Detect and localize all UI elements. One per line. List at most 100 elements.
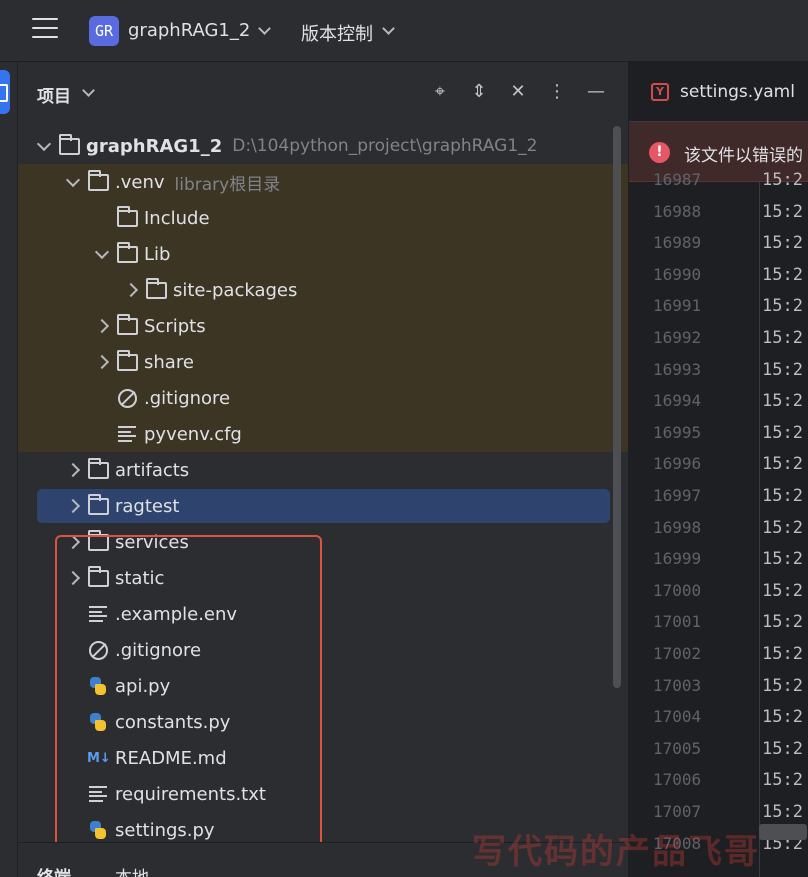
folder-icon xyxy=(116,205,138,228)
line-text: 15:2 xyxy=(762,549,803,570)
vertical-scrollbar[interactable] xyxy=(613,126,621,688)
chevron-down-icon[interactable] xyxy=(82,84,95,97)
locate-icon[interactable]: ⌖ xyxy=(428,80,452,104)
tree-item-hint: D:\104python_project\graphRAG1_2 xyxy=(232,136,538,156)
code-line: 17005 15:2 xyxy=(629,739,808,769)
chevron-down-icon[interactable] xyxy=(382,22,395,35)
tree-item-label: share xyxy=(144,351,194,373)
editor-area: Y settings.yaml ! 该文件以错误的 16987 15:2 16988… xyxy=(628,62,808,877)
line-number: 16987 xyxy=(653,170,702,189)
tree-item-label: Scripts xyxy=(144,315,206,337)
tree-item[interactable]: Scripts xyxy=(18,308,608,344)
line-text: 15:2 xyxy=(762,517,803,538)
folder-icon-glyph xyxy=(87,169,109,191)
chevron-down-icon[interactable] xyxy=(258,22,271,35)
folder-icon xyxy=(87,493,109,516)
folder-icon xyxy=(87,169,109,192)
folder-icon xyxy=(145,277,167,300)
code-line: 16988 15:2 xyxy=(629,202,808,232)
line-text: 15:2 xyxy=(762,738,803,759)
line-number: 16992 xyxy=(653,328,702,347)
horizontal-scrollbar[interactable] xyxy=(759,824,807,840)
project-name[interactable]: graphRAG1_2 xyxy=(128,20,250,41)
chevron-down-icon[interactable] xyxy=(36,136,52,151)
line-number: 16998 xyxy=(653,517,702,537)
folder-icon-glyph xyxy=(116,241,138,263)
line-number: 17006 xyxy=(653,770,702,790)
tree-item[interactable]: .venv library根目录 xyxy=(18,164,608,200)
vcs-menu[interactable]: 版本控制 xyxy=(301,20,373,46)
tree-item-label: Include xyxy=(144,207,210,229)
expand-toggle[interactable] xyxy=(30,136,58,151)
tree-item[interactable]: Include xyxy=(18,200,608,236)
chevron-right-icon[interactable] xyxy=(65,462,81,478)
tab-terminal[interactable]: 终端 xyxy=(37,863,71,877)
line-text: 15:2 xyxy=(762,486,803,506)
line-text: 15:2 xyxy=(762,170,803,190)
minimize-icon[interactable]: — xyxy=(584,80,608,104)
error-icon: ! xyxy=(649,142,670,163)
expand-toggle[interactable] xyxy=(88,354,116,370)
line-text: 15:2 xyxy=(762,201,803,222)
folder-icon-glyph xyxy=(116,205,138,227)
line-number: 17001 xyxy=(653,612,702,632)
expand-collapse-icon[interactable]: ⇕ xyxy=(467,80,491,104)
tree-item-label: ragtest xyxy=(115,495,180,517)
project-tool-icon[interactable] xyxy=(0,70,10,114)
line-number: 17003 xyxy=(653,675,702,695)
tree-item[interactable]: share xyxy=(18,344,608,380)
tree-item[interactable]: graphRAG1_2 D:\104python_project\graphRAG… xyxy=(18,128,608,164)
ignore-file-icon xyxy=(116,388,138,408)
chevron-right-icon[interactable] xyxy=(123,282,139,298)
project-badge[interactable]: GR xyxy=(89,16,119,46)
line-text: 15:2 xyxy=(762,770,803,791)
line-text: 15:2 xyxy=(762,296,803,317)
expand-toggle[interactable] xyxy=(88,244,116,259)
tree-item[interactable]: site-packages xyxy=(18,272,608,308)
tree-item[interactable]: ragtest xyxy=(18,488,608,524)
chevron-right-icon[interactable] xyxy=(94,318,110,334)
hamburger-icon[interactable] xyxy=(32,18,58,42)
expand-toggle[interactable] xyxy=(88,318,116,334)
tree-item[interactable]: artifacts xyxy=(18,452,608,488)
banner-text: 该文件以错误的 xyxy=(684,146,803,166)
tab-settings-yaml[interactable]: Y settings.yaml xyxy=(629,62,808,122)
line-text: 15:2 xyxy=(762,802,803,822)
folder-icon-glyph xyxy=(116,349,138,371)
panel-title[interactable]: 项目 xyxy=(37,82,71,107)
line-text: 15:2 xyxy=(762,675,803,696)
tree-item-label: .gitignore xyxy=(144,387,231,409)
expand-toggle[interactable] xyxy=(59,172,87,187)
expand-toggle[interactable] xyxy=(59,462,87,478)
ignore-file-icon-glyph xyxy=(117,388,137,408)
chevron-right-icon[interactable] xyxy=(94,354,110,370)
code-line: 16987 15:2 xyxy=(629,170,808,200)
expand-toggle[interactable] xyxy=(59,498,87,514)
code-line: 17003 15:2 xyxy=(629,676,808,706)
tree-item[interactable]: Lib xyxy=(18,236,608,272)
tree-item[interactable]: pyvenv.cfg xyxy=(18,416,608,452)
code-line: 16996 15:2 xyxy=(629,454,808,484)
chevron-down-icon[interactable] xyxy=(65,172,81,187)
code-line: 16995 15:2 xyxy=(629,423,808,453)
line-number: 16996 xyxy=(653,454,702,474)
line-text: 15:2 xyxy=(762,264,803,285)
line-text: 15:2 xyxy=(762,707,803,728)
line-text: 15:2 xyxy=(762,233,803,254)
more-icon[interactable]: ⋮ xyxy=(545,80,569,104)
folder-icon-glyph xyxy=(145,277,167,299)
tree-item[interactable]: .gitignore xyxy=(18,380,608,416)
code-line: 16989 15:2 xyxy=(629,233,808,263)
code-line: 16997 15:2 xyxy=(629,486,808,516)
collapse-all-icon[interactable]: ✕ xyxy=(506,80,530,104)
line-text: 15:2 xyxy=(762,359,803,380)
expand-toggle[interactable] xyxy=(117,282,145,298)
chevron-right-icon[interactable] xyxy=(65,498,81,514)
code-line: 17004 15:2 xyxy=(629,707,808,737)
line-number: 16995 xyxy=(653,422,702,442)
gutter-divider xyxy=(759,182,760,877)
tab-local[interactable]: 本地 xyxy=(115,863,149,877)
chevron-down-icon[interactable] xyxy=(94,244,110,259)
annotation-box xyxy=(55,535,322,842)
folder-icon xyxy=(87,457,109,480)
